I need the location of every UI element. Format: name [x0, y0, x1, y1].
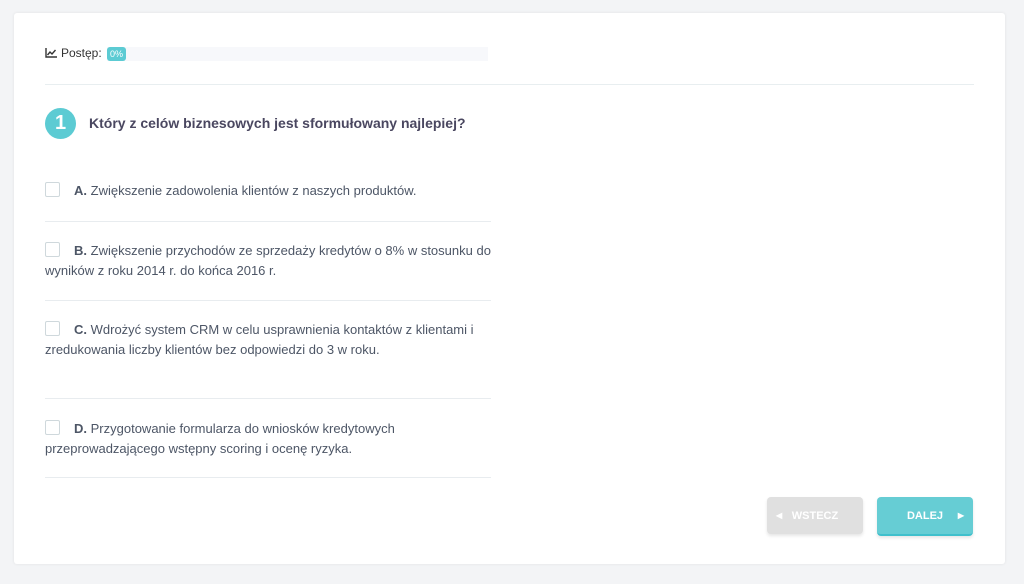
checkbox[interactable]: [45, 242, 60, 257]
back-label: WSTECZ: [791, 509, 839, 522]
option-a[interactable]: A. Zwiększenie zadowolenia klientów z na…: [45, 181, 491, 222]
option-d[interactable]: D. Przygotowanie formularza do wniosków …: [45, 419, 491, 478]
option-letter: D.: [74, 421, 87, 436]
checkbox[interactable]: [45, 321, 60, 336]
progress-label-row: Postęp:: [45, 46, 102, 60]
divider: [45, 84, 974, 85]
question-text: Który z celów biznesowych jest sformułow…: [89, 115, 466, 131]
option-c[interactable]: C. Wdrożyć system CRM w celu usprawnieni…: [45, 320, 491, 399]
checkbox[interactable]: [45, 420, 60, 435]
option-b[interactable]: B. Zwiększenie przychodów ze sprzedaży k…: [45, 241, 491, 301]
option-text: Wdrożyć system CRM w celu usprawnienia k…: [45, 322, 474, 357]
progress-bar: 0%: [107, 47, 488, 61]
quiz-card: Postęp: 0% 1 Który z celów biznesowych j…: [14, 13, 1005, 564]
progress-label: Postęp:: [61, 46, 102, 60]
option-text: Zwiększenie przychodów ze sprzedaży kred…: [45, 243, 491, 278]
option-text: Zwiększenie zadowolenia klientów z naszy…: [90, 183, 417, 198]
chart-line-icon: [45, 48, 57, 58]
question-number: 1: [45, 108, 76, 139]
checkbox[interactable]: [45, 182, 60, 197]
next-label: DALEJ: [906, 509, 944, 522]
next-button[interactable]: DALEJ ▶: [877, 497, 973, 536]
caret-right-icon: ▶: [957, 511, 964, 520]
progress-value: 0%: [107, 47, 127, 61]
option-letter: A.: [74, 183, 87, 198]
option-text: Przygotowanie formularza do wniosków kre…: [45, 421, 395, 456]
back-button[interactable]: ◀ WSTECZ: [767, 497, 863, 534]
option-letter: C.: [74, 322, 87, 337]
option-letter: B.: [74, 243, 87, 258]
caret-left-icon: ◀: [776, 511, 783, 520]
